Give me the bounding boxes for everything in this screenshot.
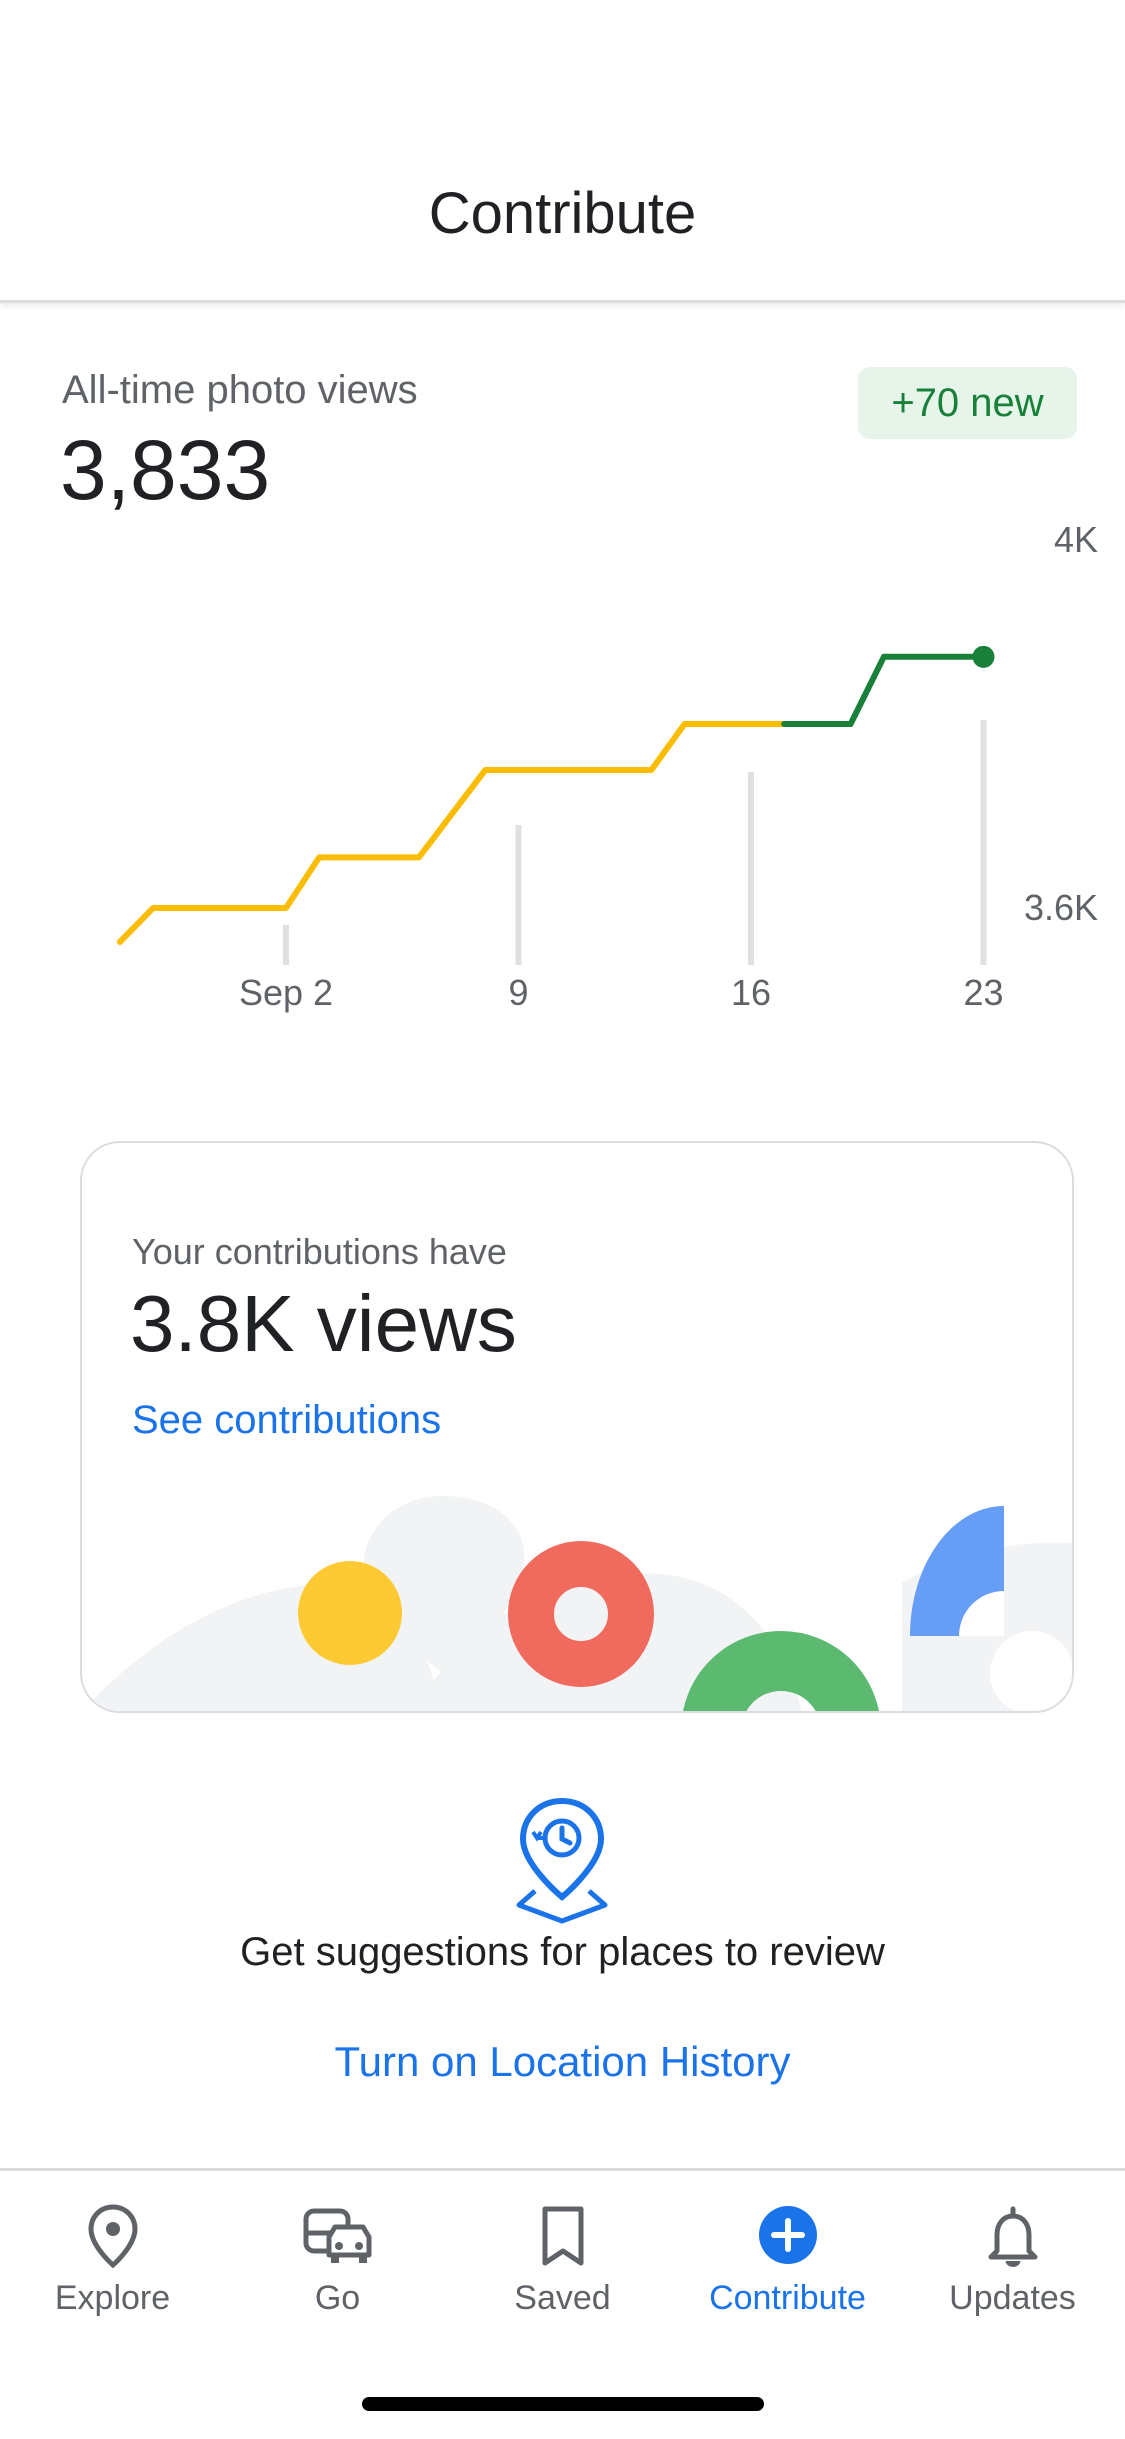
photo-views-label: All-time photo views xyxy=(62,368,418,412)
tab-contribute[interactable]: Contribute xyxy=(675,2171,900,2361)
x-tick-label: 23 xyxy=(963,972,1003,1013)
add-circle-icon xyxy=(675,2201,900,2271)
x-tick-label: Sep 2 xyxy=(239,972,333,1013)
yellow-circle-shape xyxy=(298,1561,402,1665)
x-tick-label: 16 xyxy=(731,972,771,1013)
tab-label: Explore xyxy=(54,2279,171,2317)
tab-explore[interactable]: Explore xyxy=(0,2171,225,2361)
y-tick-label: 4K xyxy=(1054,519,1098,560)
tab-label: Contribute xyxy=(709,2279,866,2317)
contributions-views: 3.8K views xyxy=(130,1279,517,1368)
series-line-earlier xyxy=(116,721,788,945)
turn-on-location-history-link[interactable]: Turn on Location History xyxy=(0,2038,1125,2086)
tab-updates[interactable]: Updates xyxy=(900,2171,1125,2361)
contributions-subtitle: Your contributions have xyxy=(132,1231,507,1272)
commute-icon xyxy=(225,2201,450,2271)
tab-go[interactable]: Go xyxy=(225,2171,450,2361)
series-line-recent xyxy=(781,653,987,727)
bookmark-icon xyxy=(450,2201,675,2271)
home-indicator xyxy=(362,2397,764,2411)
tab-label: Go xyxy=(314,2279,361,2317)
page-title: Contribute xyxy=(428,181,697,246)
y-tick-label: 3.6K xyxy=(1024,887,1098,928)
tab-saved[interactable]: Saved xyxy=(450,2171,675,2361)
contributions-card[interactable]: Your contributions have 3.8K views See c… xyxy=(80,1141,1074,1713)
suggestion-text: Get suggestions for places to review xyxy=(240,1930,885,1974)
location-history-icon xyxy=(516,1797,608,1924)
x-tick-label: 9 xyxy=(508,972,528,1013)
location-pin-icon xyxy=(0,2201,225,2271)
new-views-badge: +70 new xyxy=(858,367,1077,439)
tab-label: Saved xyxy=(514,2279,611,2317)
app-header: Contribute xyxy=(0,0,1125,303)
bell-icon xyxy=(900,2201,1125,2271)
see-contributions-link[interactable]: See contributions xyxy=(132,1398,441,1443)
latest-point xyxy=(972,645,995,668)
tab-label: Updates xyxy=(949,2279,1076,2317)
photo-views-chart: Sep 2 9 16 23 4K 3.6K xyxy=(116,519,1098,1013)
